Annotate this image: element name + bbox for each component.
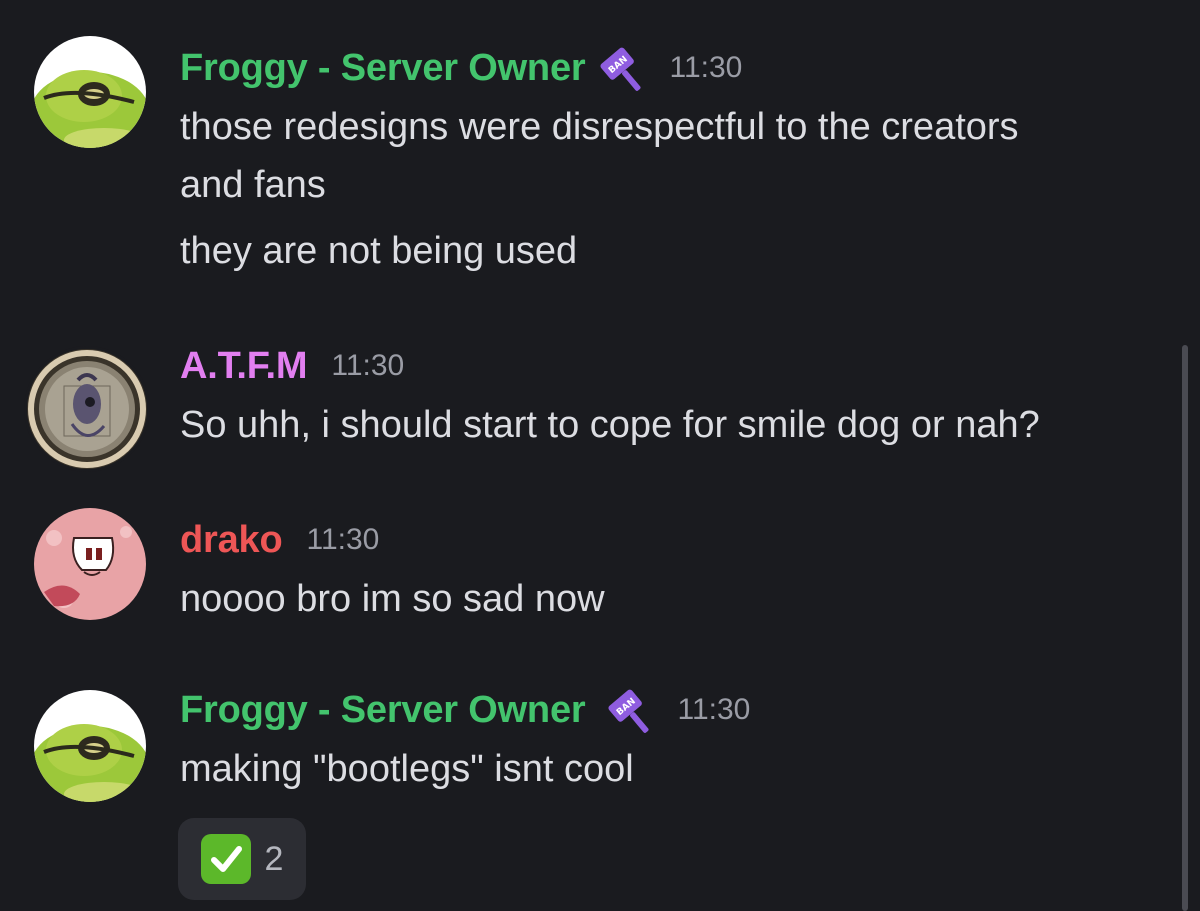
avatar[interactable] [34, 690, 146, 802]
timestamp: 11:30 [331, 349, 405, 382]
username[interactable]: Froggy - Server Owner [180, 689, 586, 732]
message-text: and fans [180, 164, 326, 206]
avatar[interactable] [34, 36, 146, 148]
message-text: they are not being used [180, 230, 578, 272]
message-header: drako 11:30 [180, 514, 379, 566]
scrollbar[interactable] [1182, 345, 1188, 911]
check-mark-icon [200, 834, 251, 884]
username[interactable]: drako [180, 519, 283, 562]
message-text: noooo bro im so sad now [180, 578, 605, 620]
avatar[interactable] [34, 508, 146, 620]
timestamp: 11:30 [677, 693, 751, 726]
message-text: So uhh, i should start to cope for smile… [180, 404, 1040, 446]
username[interactable]: Froggy - Server Owner [180, 47, 586, 90]
message-header: Froggy - Server Owner BAN 11:30 [180, 684, 750, 736]
timestamp: 11:30 [306, 523, 380, 556]
reaction-button[interactable]: 2 [178, 818, 306, 900]
message-header: A.T.F.M 11:30 [180, 340, 404, 392]
chat-message-list: Froggy - Server Owner BAN 11:30 those re… [0, 0, 1200, 911]
ban-hammer-icon: BAN [597, 39, 655, 97]
ban-hammer-icon: BAN [605, 681, 663, 739]
reaction-count: 2 [264, 839, 284, 878]
timestamp: 11:30 [669, 51, 743, 84]
username[interactable]: A.T.F.M [180, 345, 308, 388]
message-text: making "bootlegs" isnt cool [180, 748, 634, 790]
avatar[interactable] [24, 346, 150, 472]
message-header: Froggy - Server Owner BAN 11:30 [180, 42, 742, 94]
message-text: those redesigns were disrespectful to th… [180, 106, 1019, 148]
